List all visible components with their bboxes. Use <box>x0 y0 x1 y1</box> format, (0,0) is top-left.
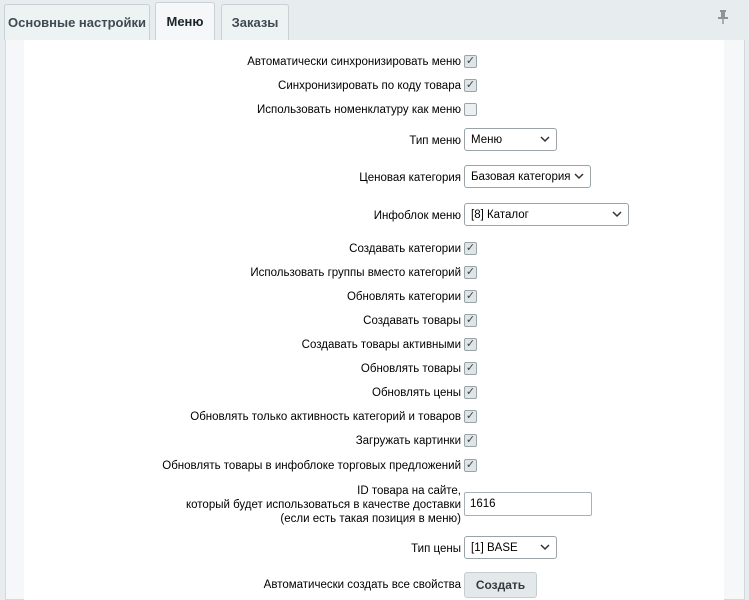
tab-menu[interactable]: Меню <box>155 2 215 40</box>
row-update-categories: Обновлять категории ✓ <box>24 289 724 305</box>
auto-sync-menu-checkbox[interactable]: ✓ <box>464 55 477 68</box>
row-use-nomenclature: Использовать номенклатуру как меню <box>24 102 724 118</box>
delivery-id-label-line3: (если есть такая позиция в меню) <box>280 513 461 525</box>
create-products-active-checkbox[interactable]: ✓ <box>464 338 477 351</box>
sync-by-code-label: Синхронизировать по коду товара <box>278 80 461 92</box>
use-nomenclature-label: Использовать номенклатуру как меню <box>256 104 461 116</box>
price-category-select[interactable]: Базовая категория <box>464 165 591 188</box>
auto-create-props-label: Автоматически создать все свойства <box>263 579 461 591</box>
row-sync-by-code: Синхронизировать по коду товара ✓ <box>24 78 724 94</box>
chevron-down-icon <box>540 133 550 148</box>
price-type-value: [1] BASE <box>471 541 518 554</box>
sync-by-code-checkbox[interactable]: ✓ <box>464 79 477 92</box>
price-type-select[interactable]: [1] BASE <box>464 536 557 559</box>
create-products-checkbox[interactable]: ✓ <box>464 314 477 327</box>
row-delivery-id: ID товара на сайте, который будет исполь… <box>24 483 724 527</box>
menu-type-value: Меню <box>471 133 503 146</box>
row-infoblock-menu: Инфоблок меню [8] Каталог <box>24 203 724 227</box>
load-images-label: Загружать картинки <box>355 435 461 447</box>
update-offers-checkbox[interactable]: ✓ <box>464 459 477 472</box>
tab-bar: Основные настройки Меню Заказы <box>0 0 749 40</box>
create-categories-label: Создавать категории <box>349 243 461 255</box>
chevron-down-icon <box>540 541 550 556</box>
pin-icon[interactable] <box>717 10 729 27</box>
create-categories-checkbox[interactable]: ✓ <box>464 242 477 255</box>
menu-type-select[interactable]: Меню <box>464 128 557 151</box>
load-images-checkbox[interactable]: ✓ <box>464 434 477 447</box>
update-prices-checkbox[interactable]: ✓ <box>464 386 477 399</box>
use-nomenclature-checkbox[interactable] <box>464 103 477 116</box>
infoblock-menu-label: Инфоблок меню <box>373 210 461 222</box>
price-category-label: Ценовая категория <box>359 172 461 184</box>
delivery-id-value: 1616 <box>470 498 496 510</box>
update-activity-only-label: Обновлять только активность категорий и … <box>190 411 461 423</box>
row-price-category: Ценовая категория Базовая категория <box>24 165 724 189</box>
price-type-label: Тип цены <box>411 543 461 555</box>
delivery-id-input[interactable]: 1616 <box>464 492 592 516</box>
settings-panel: Автоматически синхронизировать меню ✓ Си… <box>5 40 745 600</box>
row-update-prices: Обновлять цены ✓ <box>24 385 724 401</box>
chevron-down-icon <box>612 208 622 223</box>
row-auto-create-props: Автоматически создать все свойства Созда… <box>24 572 724 600</box>
infoblock-menu-select[interactable]: [8] Каталог <box>464 203 629 226</box>
menu-type-label: Тип меню <box>409 135 461 147</box>
row-menu-type: Тип меню Меню <box>24 128 724 152</box>
tab-orders[interactable]: Заказы <box>221 4 289 40</box>
delivery-id-label-line1: ID товара на сайте, <box>357 485 461 497</box>
infoblock-menu-value: [8] Каталог <box>471 208 529 221</box>
row-update-activity-only: Обновлять только активность категорий и … <box>24 409 724 425</box>
price-category-value: Базовая категория <box>471 170 571 183</box>
update-activity-only-checkbox[interactable]: ✓ <box>464 410 477 423</box>
create-products-label: Создавать товары <box>363 315 461 327</box>
use-groups-label: Использовать группы вместо категорий <box>250 267 461 279</box>
row-create-categories: Создавать категории ✓ <box>24 241 724 257</box>
create-button[interactable]: Создать <box>464 572 537 598</box>
row-price-type: Тип цены [1] BASE <box>24 536 724 560</box>
row-use-groups: Использовать группы вместо категорий ✓ <box>24 265 724 281</box>
row-update-products: Обновлять товары ✓ <box>24 361 724 377</box>
row-auto-sync-menu: Автоматически синхронизировать меню ✓ <box>24 54 724 70</box>
update-offers-label: Обновлять товары в инфоблоке торговых пр… <box>162 460 461 472</box>
row-update-offers: Обновлять товары в инфоблоке торговых пр… <box>24 458 724 474</box>
chevron-down-icon <box>574 170 584 185</box>
update-categories-label: Обновлять категории <box>346 291 461 303</box>
use-groups-checkbox[interactable]: ✓ <box>464 266 477 279</box>
tab-main-settings[interactable]: Основные настройки <box>4 4 150 40</box>
update-prices-label: Обновлять цены <box>372 387 461 399</box>
row-create-products: Создавать товары ✓ <box>24 313 724 329</box>
create-products-active-label: Создавать товары активными <box>301 339 461 351</box>
row-load-images: Загружать картинки ✓ <box>24 433 724 449</box>
settings-form: Автоматически синхронизировать меню ✓ Си… <box>24 40 724 600</box>
delivery-id-label-line2: который будет использоваться в качестве … <box>185 499 461 511</box>
update-products-checkbox[interactable]: ✓ <box>464 362 477 375</box>
auto-sync-menu-label: Автоматически синхронизировать меню <box>247 56 461 68</box>
update-products-label: Обновлять товары <box>360 363 461 375</box>
row-create-products-active: Создавать товары активными ✓ <box>24 337 724 353</box>
update-categories-checkbox[interactable]: ✓ <box>464 290 477 303</box>
